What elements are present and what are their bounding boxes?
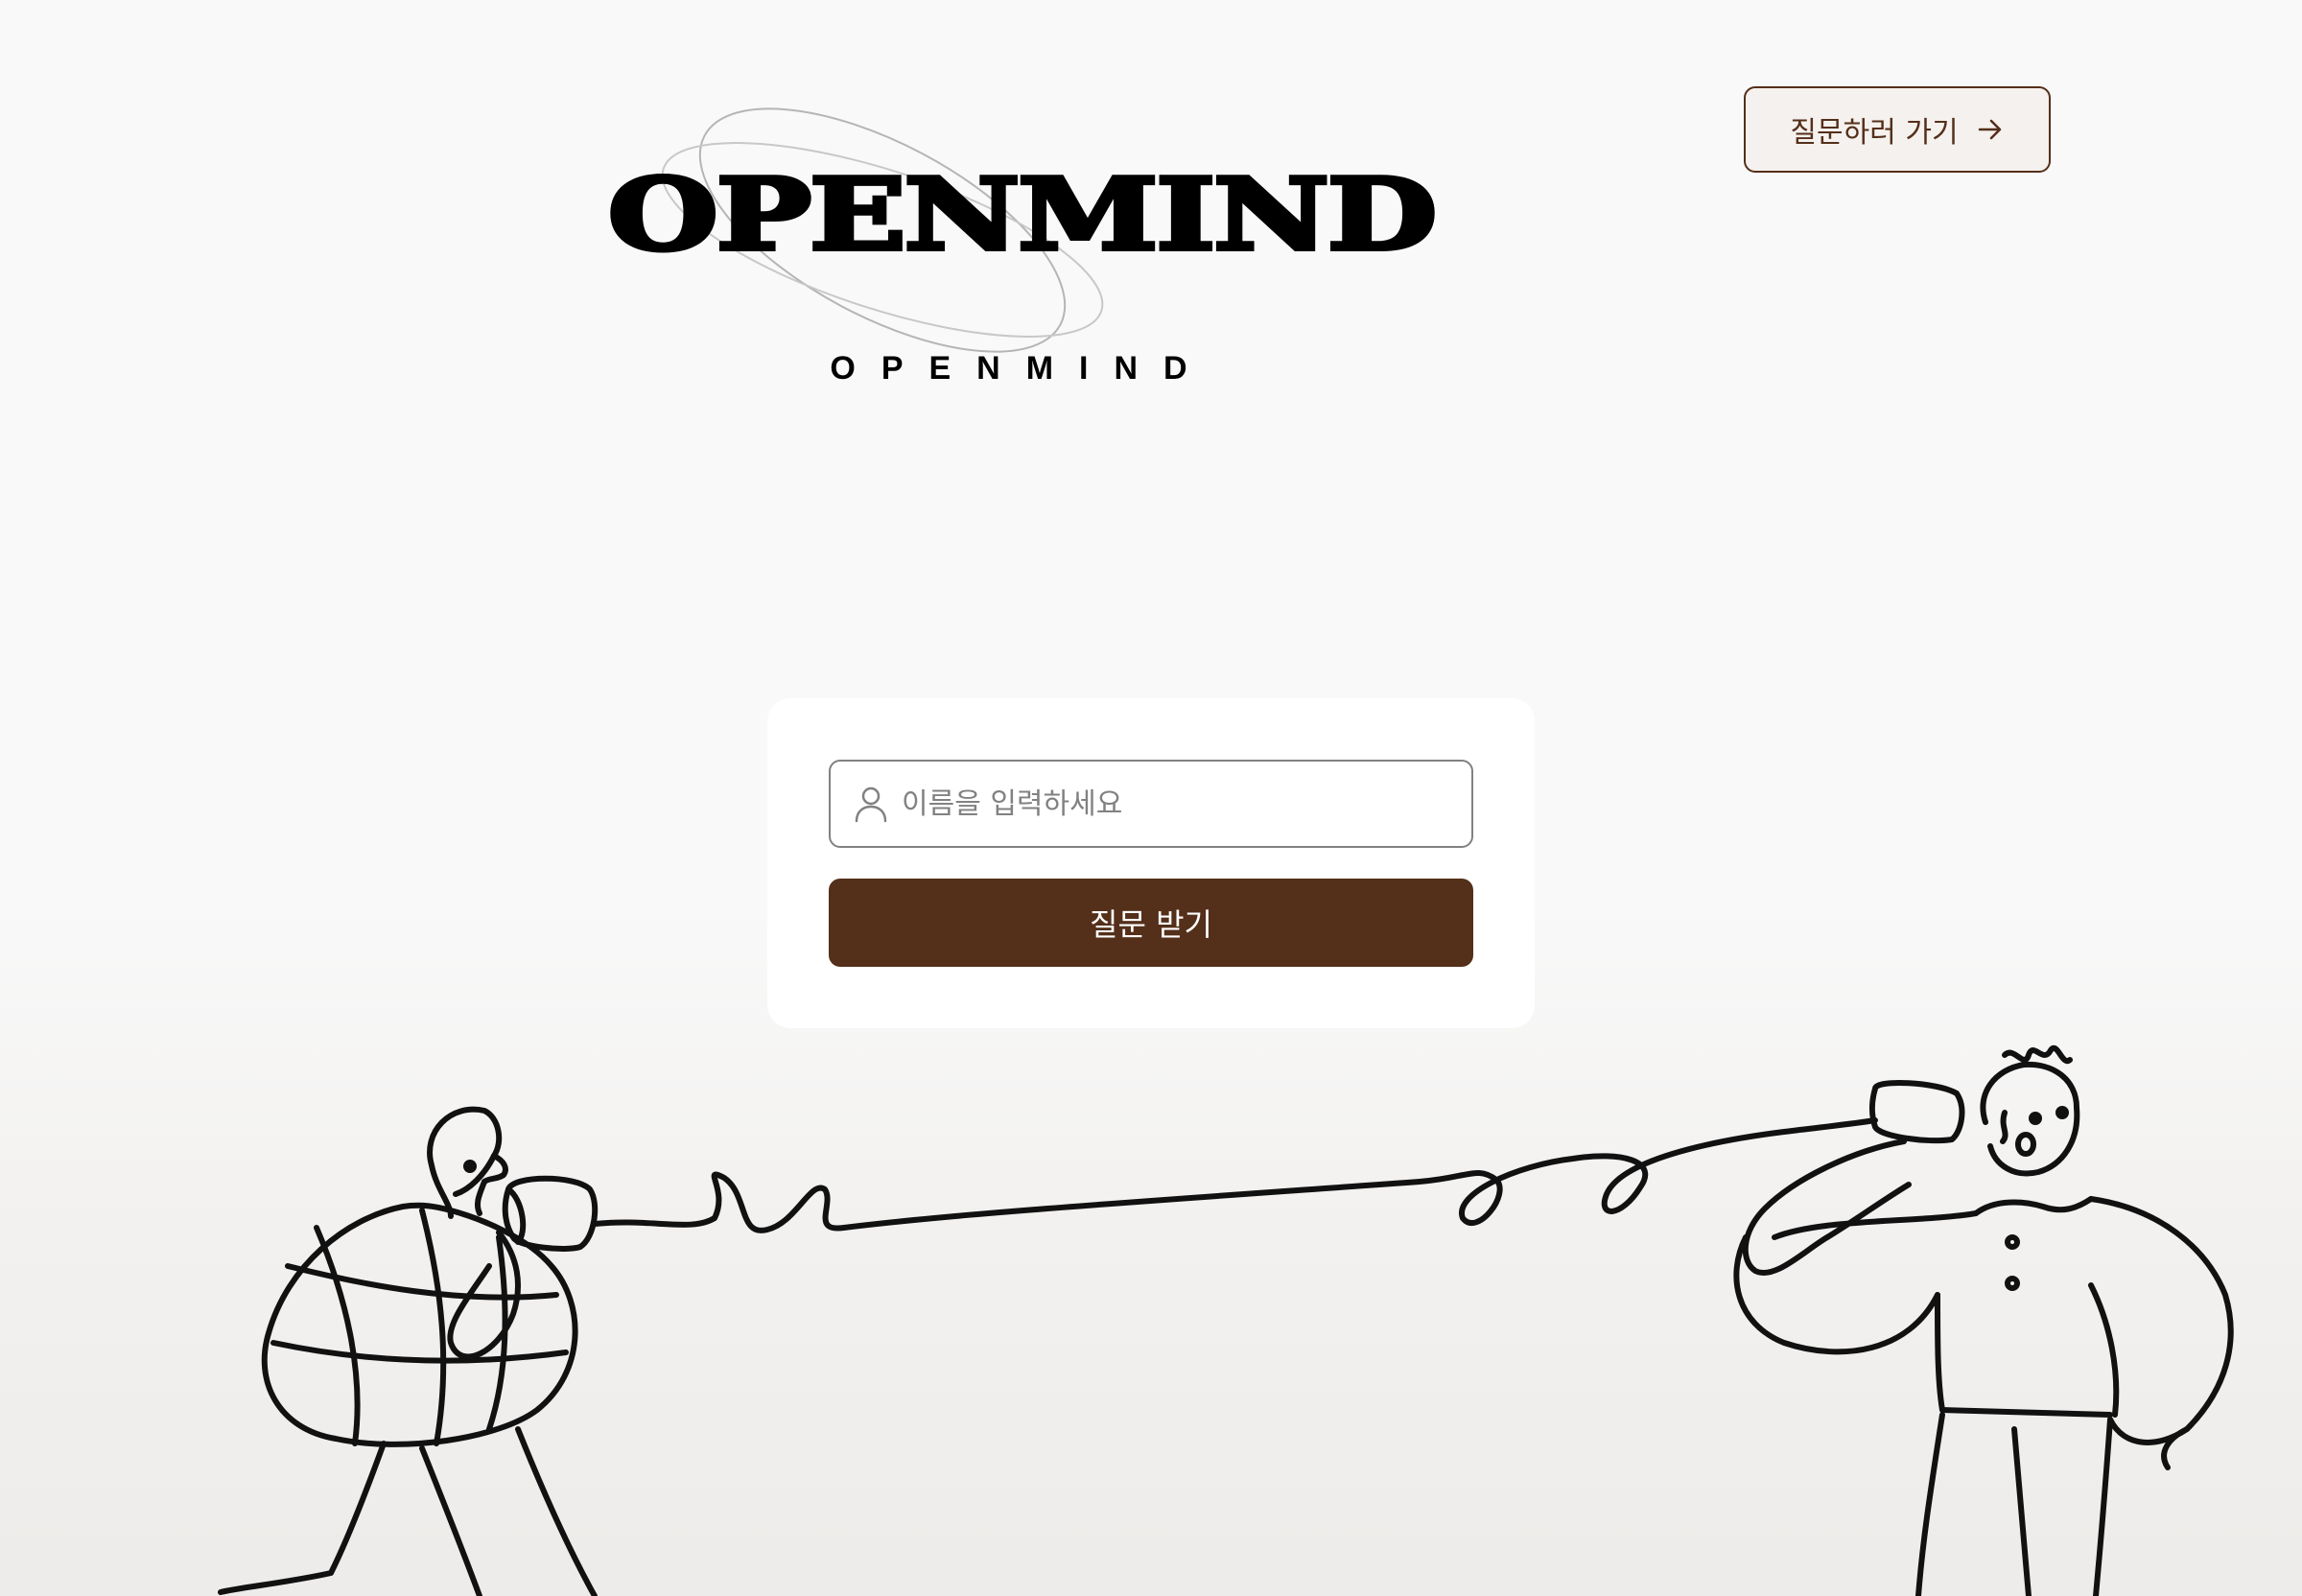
go-ask-button[interactable]: 질문하러 가기 [1744,86,2051,173]
logo-subtitle: OPENMIND [830,350,1213,387]
name-form-card: 질문 받기 [767,698,1535,1028]
name-input[interactable] [900,786,1441,822]
openmind-logo: OPENMIND OPENMIND [576,58,1468,422]
receive-questions-button[interactable]: 질문 받기 [829,879,1473,967]
person-icon [854,785,888,823]
name-field[interactable] [829,760,1473,848]
tin-can-phone-illustration [0,1017,2302,1596]
go-ask-label: 질문하러 가기 [1790,116,1959,150]
logo-wordmark: OPENMIND [605,156,1441,273]
arrow-right-icon [1976,115,2005,144]
